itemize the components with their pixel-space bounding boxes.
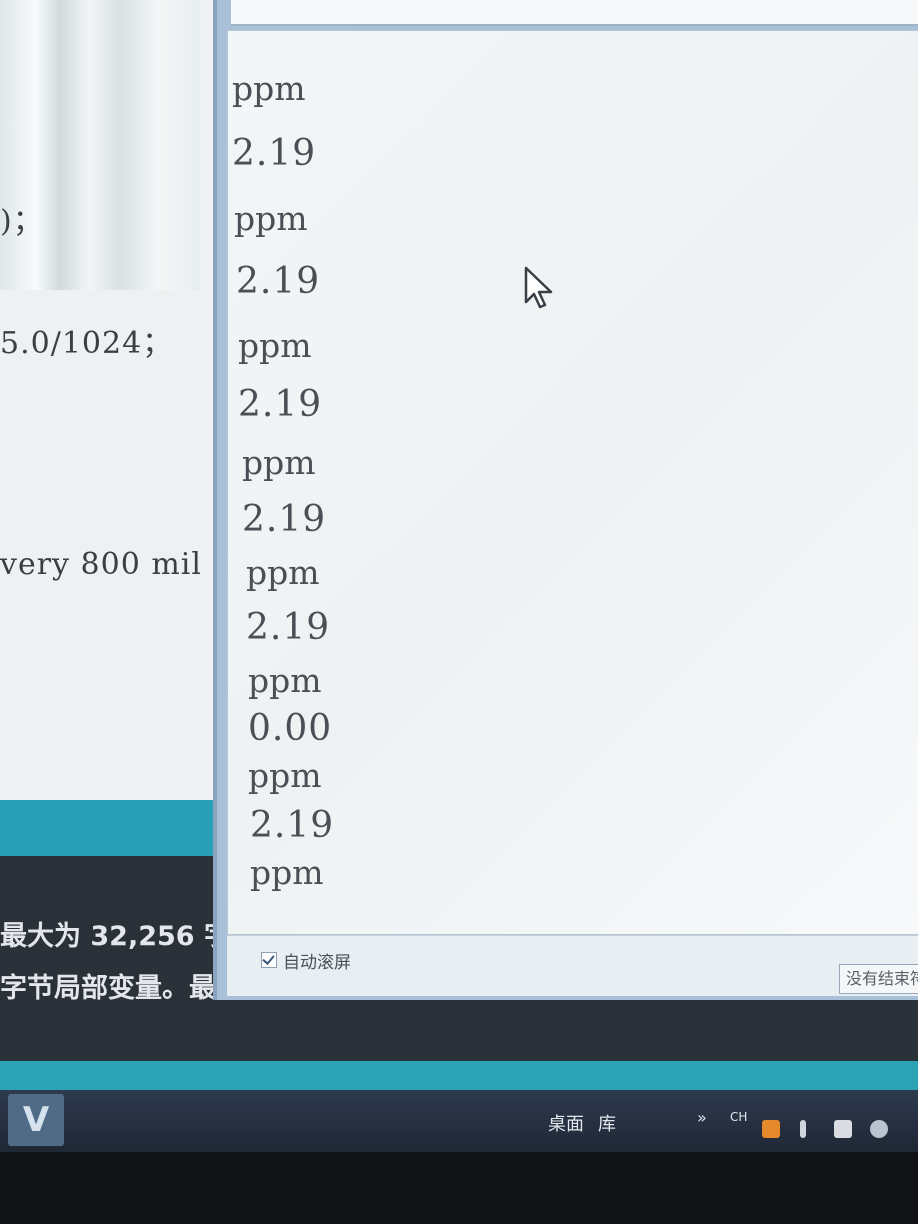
output-value-line: 2.19 (232, 133, 317, 174)
desktop-toolbar-label[interactable]: 桌面 (548, 1110, 584, 1136)
output-value-line: 2.19 (250, 805, 335, 846)
output-unit-line: ppm (242, 443, 316, 482)
output-unit-line: ppm (246, 553, 320, 592)
tray-overflow-chevron-icon[interactable]: » (697, 1108, 707, 1127)
monitor-bezel (0, 1152, 918, 1224)
code-line-3: very 800 mil (0, 547, 202, 582)
output-unit-line: ppm (238, 326, 312, 365)
ide-footer-bar (0, 1061, 918, 1091)
code-line-2: 5.0/1024； (0, 326, 174, 361)
serial-monitor-footer: 自动滚屏 没有结束符 (227, 935, 918, 996)
code-line-1: )； (0, 204, 44, 239)
autoscroll-label: 自动滚屏 (283, 953, 351, 973)
output-unit-line: ppm (250, 853, 324, 892)
window-glare (0, 0, 200, 290)
serial-monitor-window: ppm 2.19 ppm 2.19 ppm 2.19 ppm 2.19 ppm 2.19 ppm 0.… (213, 0, 918, 1000)
output-unit-line: ppm (232, 69, 306, 108)
ime-indicator[interactable]: CH (730, 1110, 747, 1124)
console-line-2: 字节局部变量。最 (0, 973, 216, 1004)
output-value-line: 0.00 (248, 708, 333, 749)
output-value-line: 2.19 (242, 499, 327, 540)
mouse-pointer-icon (524, 266, 553, 309)
output-unit-line: ppm (248, 756, 322, 795)
output-value-line: 2.19 (236, 261, 321, 302)
autoscroll-checkbox[interactable] (261, 952, 277, 968)
ide-status-bar (0, 800, 230, 856)
serial-input-field[interactable] (231, 0, 918, 26)
start-button-icon[interactable]: V (8, 1094, 64, 1146)
serial-output-area[interactable]: ppm 2.19 ppm 2.19 ppm 2.19 ppm 2.19 ppm 2.19 ppm 0.… (227, 30, 918, 935)
library-toolbar-label[interactable]: 库 (598, 1110, 616, 1136)
windows-taskbar: V 桌面 库 » CH (0, 1090, 918, 1152)
tray-volume-icon[interactable] (870, 1120, 888, 1138)
tray-help-icon[interactable] (800, 1120, 806, 1138)
output-value-line: 2.19 (238, 384, 323, 425)
line-ending-select[interactable]: 没有结束符 (839, 964, 918, 994)
output-unit-line: ppm (248, 661, 322, 700)
tray-network-icon[interactable] (834, 1120, 852, 1138)
tray-app-icon[interactable] (762, 1120, 780, 1138)
output-value-line: 2.19 (246, 607, 331, 648)
output-unit-line: ppm (234, 199, 308, 238)
console-line-1: 最大为 32,256 字 (0, 921, 231, 952)
